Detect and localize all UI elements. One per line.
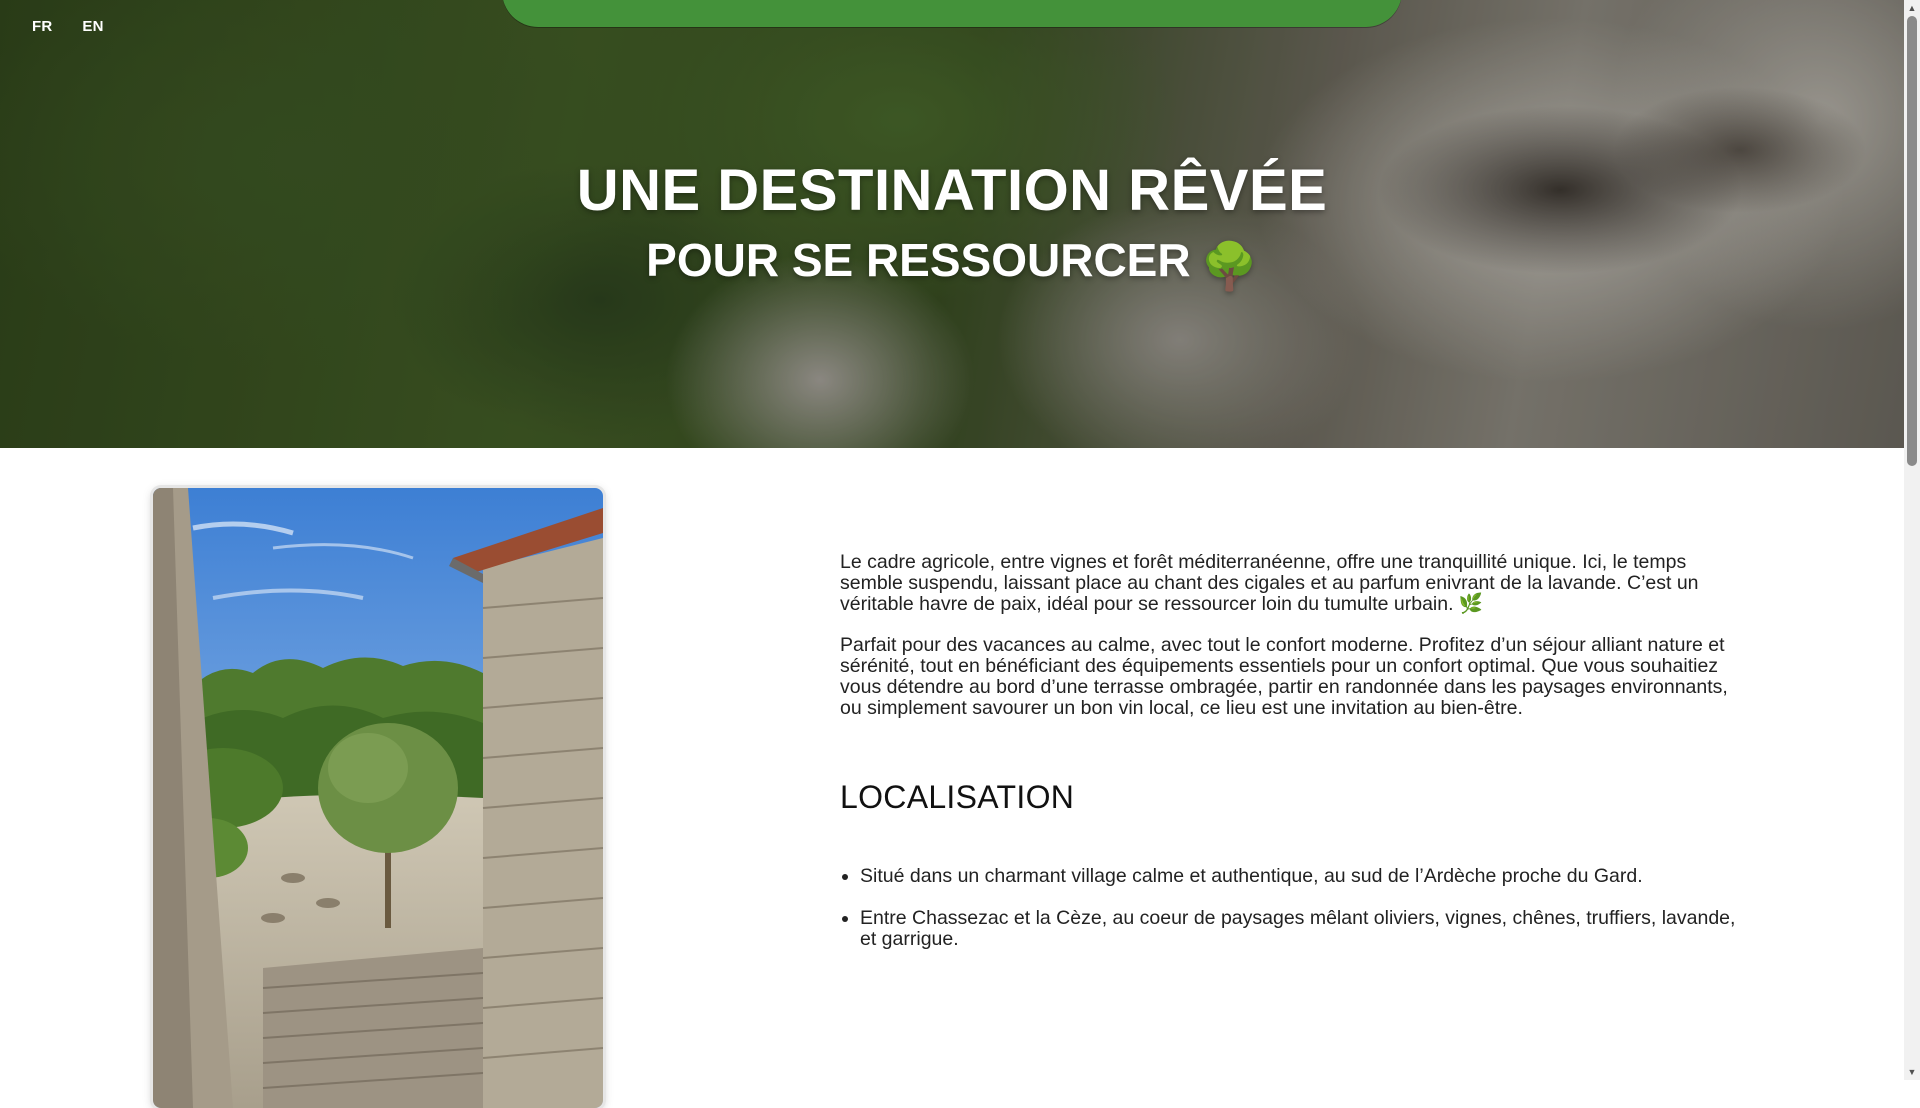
courtyard-illustration (153, 488, 603, 1108)
localisation-list: Situé dans un charmant village calme et … (840, 866, 1750, 950)
hero-title: UNE DESTINATION RÊVÉE (576, 158, 1328, 223)
page-scrollbar[interactable]: ▲ ▼ (1904, 0, 1920, 1080)
property-photo (153, 488, 603, 1108)
localisation-item: Situé dans un charmant village calme et … (860, 866, 1750, 887)
top-navigation-bar[interactable] (502, 0, 1402, 27)
hero-subtitle: POUR SE RESSOURCER 🌳 (0, 232, 1904, 294)
localisation-title: LOCALISATION (840, 779, 1075, 815)
language-switcher: FR EN (32, 18, 104, 35)
intro-paragraph-1: Le cadre agricole, entre vignes et forêt… (840, 551, 1699, 615)
hero-banner: FR EN UNE DESTINATION RÊVÉE POUR SE RESS… (0, 0, 1904, 448)
language-en-link[interactable]: EN (82, 18, 103, 35)
hero-subtitle-text: POUR SE RESSOURCER (646, 234, 1191, 286)
description-section: Le cadre agricole, entre vignes et forêt… (840, 552, 1750, 971)
scroll-down-arrow-icon[interactable]: ▼ (1904, 1064, 1920, 1080)
intro-paragraph-2: Parfait pour des vacances au calme, avec… (840, 634, 1728, 719)
tree-icon: 🌳 (1200, 240, 1258, 292)
language-fr-link[interactable]: FR (32, 18, 52, 35)
localisation-item: Entre Chassezac et la Cèze, au coeur de … (860, 908, 1750, 950)
scroll-up-arrow-icon[interactable]: ▲ (1904, 0, 1920, 16)
scrollbar-thumb[interactable] (1907, 16, 1917, 466)
